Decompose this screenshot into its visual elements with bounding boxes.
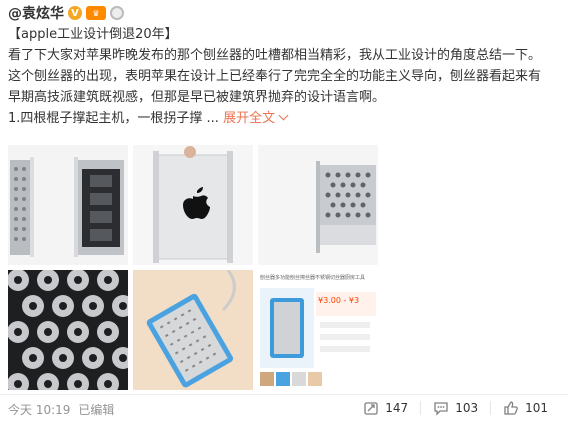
expand-full-text-link[interactable]: 展开全文: [223, 110, 289, 126]
image-thumb-4[interactable]: [8, 270, 128, 390]
comment-count: 103: [455, 401, 479, 415]
chevron-down-icon: [278, 110, 289, 121]
image-thumb-1[interactable]: [8, 145, 128, 265]
comment-button[interactable]: 103: [421, 398, 490, 418]
post-truncated-text: 1.四根棍子撑起主机，一根拐子撑 ...: [8, 111, 219, 126]
post-body: 【apple工业设计倒退20年】 看了下大家对苹果昨晚发布的那个刨丝器的吐槽都相…: [8, 24, 564, 129]
post-actions: 147 103 101: [351, 398, 560, 418]
image-thumb-3[interactable]: [258, 145, 378, 265]
post-last-line: 1.四根棍子撑起主机，一根拐子撑 ... 展开全文: [8, 108, 564, 129]
post-header: @袁炫华 V ♛: [8, 2, 124, 24]
verified-badge-icon: V: [68, 6, 82, 20]
image-thumb-5[interactable]: [133, 270, 253, 390]
post-line-1: 看了下大家对苹果昨晚发布的那个刨丝器的吐槽都相当精彩，我从工业设计的角度总结一下…: [8, 48, 542, 63]
comment-icon: [434, 402, 448, 416]
thumbs-up-icon: [504, 401, 518, 415]
repost-icon: [364, 402, 378, 415]
mac-pro-side-photo: [8, 145, 128, 265]
post-title-line: 【apple工业设计倒退20年】: [8, 27, 178, 42]
repost-button[interactable]: 147: [351, 398, 420, 418]
expand-label: 展开全文: [223, 111, 276, 126]
cheese-grater-photo: [133, 270, 253, 390]
post-time[interactable]: 今天 10:19: [8, 401, 70, 418]
medal-icon: [110, 6, 124, 20]
lattice-pattern-photo: [8, 270, 128, 390]
edited-label[interactable]: 已编辑: [78, 401, 114, 418]
shopping-screenshot-photo: [258, 270, 378, 390]
screenshot-price: ¥3.00 - ¥3: [318, 296, 360, 305]
image-thumb-6[interactable]: 刨丝器多功能刨丝擦丝器不锈钢切丝器厨房工具 ¥3.00 - ¥3: [258, 270, 378, 390]
post-meta: 今天 10:19 已编辑: [8, 401, 114, 418]
username[interactable]: @袁炫华: [8, 3, 64, 23]
image-thumb-2[interactable]: [133, 145, 253, 265]
mac-pro-grille-photo: [258, 145, 378, 265]
like-count: 101: [525, 401, 548, 415]
vip-crown-icon: ♛: [86, 6, 106, 20]
post-footer: 今天 10:19 已编辑 147 103 101: [0, 394, 568, 422]
post-line-2: 这个刨丝器的出现，表明苹果在设计上已经奉行了完完全全的功能主义导向，刨丝器看起来…: [8, 69, 542, 84]
screenshot-title: 刨丝器多功能刨丝擦丝器不锈钢切丝器厨房工具: [260, 275, 366, 281]
like-button[interactable]: 101: [491, 398, 560, 418]
mac-pro-front-photo: [133, 145, 253, 265]
repost-count: 147: [385, 401, 409, 415]
post-line-3: 早期高技派建筑既视感，但那是早已被建筑界抛弃的设计语言啊。: [8, 90, 386, 105]
